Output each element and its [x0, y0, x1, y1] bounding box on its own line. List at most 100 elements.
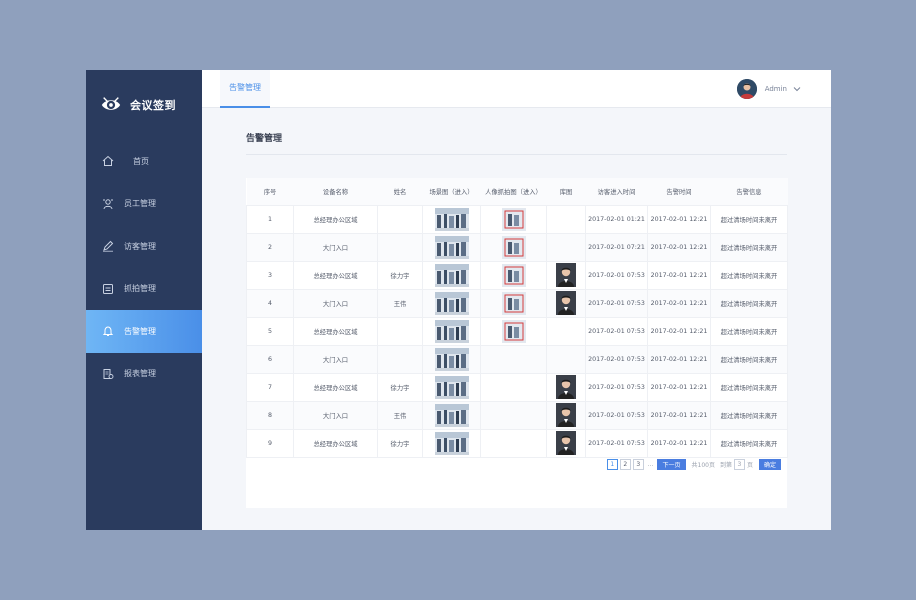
top-bar: 告警管理 Admin — [202, 69, 831, 108]
cell-device: 总经理办公区域 — [293, 204, 378, 234]
sidebar-item-home[interactable]: 首页 — [86, 140, 202, 183]
cell-alarm-info: 超过清场时间未离开 — [710, 204, 788, 234]
column-header: 场景图（进入） — [422, 178, 481, 206]
table-row[interactable]: 9 总经理办公区域 徐力宇 2017-02-01 07:53 2017-02-01 12… — [246, 428, 788, 458]
tab-alarms[interactable]: 告警管理 — [220, 69, 270, 108]
sidebar-item-reports[interactable]: 报表管理 — [86, 353, 202, 396]
scene-image[interactable] — [434, 347, 469, 371]
avatar — [736, 79, 757, 99]
table-header-row: 序号 设备名称 姓名 场景图（进入） 人像抓拍图（进入） 库图 访客进入时间 告… — [246, 178, 788, 206]
sidebar-item-alarms[interactable]: 告警管理 — [86, 310, 202, 353]
cell-alarm-info: 超过清场时间未离开 — [710, 288, 788, 318]
snapshot-image[interactable] — [501, 291, 526, 315]
staff-icon — [102, 198, 114, 210]
cell-device: 大门入口 — [293, 344, 378, 374]
table-row[interactable]: 6 大门入口 2017-02-01 07:53 2017-02-01 12:21 超过清… — [246, 344, 788, 374]
snapshot-image[interactable] — [501, 263, 526, 287]
column-header: 访客进入时间 — [585, 178, 648, 206]
sidebar-item-label: 访客管理 — [124, 241, 156, 251]
table-row[interactable]: 3 总经理办公区域 徐力宇 2017-02-01 07:53 2017-02-01 12… — [246, 260, 788, 290]
cell-library — [546, 400, 586, 430]
user-menu[interactable]: Admin — [736, 79, 801, 99]
table-row[interactable]: 2 大门入口 2017-02-01 07:21 2017-02-01 12:21 超过清… — [246, 232, 788, 262]
cell-name: 王伟 — [377, 288, 423, 318]
report-icon — [102, 368, 114, 380]
goto-suffix: 页 — [746, 462, 753, 469]
cell-device: 总经理办公区域 — [293, 428, 378, 458]
column-header: 姓名 — [377, 178, 423, 206]
brand[interactable]: 会议签到 — [86, 70, 202, 140]
cell-device: 总经理办公区域 — [293, 316, 378, 346]
cell-snap — [480, 288, 547, 318]
app-window: 会议签到 首页 员工管理 访客管理 抓拍管理 告警管理 报表管理 告警管理 Ad… — [86, 69, 831, 530]
cell-scene — [422, 316, 481, 346]
cell-enter-time: 2017-02-01 07:53 — [585, 400, 648, 430]
sidebar-item-label: 员工管理 — [124, 199, 156, 209]
sidebar-nav: 首页 员工管理 访客管理 抓拍管理 告警管理 报表管理 — [86, 140, 202, 395]
page-button[interactable]: 1 — [606, 459, 618, 470]
cell-alarm-info: 超过清场时间未离开 — [710, 400, 788, 430]
cell-alarm-info: 超过清场时间未离开 — [710, 316, 788, 346]
table-row[interactable]: 8 大门入口 王伟 2017-02-01 07:53 2017-02-01 12:21 超… — [246, 400, 788, 430]
cell-scene — [422, 344, 481, 374]
library-photo[interactable] — [556, 375, 576, 399]
page-title: 告警管理 — [246, 134, 283, 144]
next-page-button[interactable]: 下一页 — [657, 459, 686, 470]
cell-name: 王伟 — [377, 400, 423, 430]
cell-library — [546, 316, 586, 346]
cell-device: 总经理办公区域 — [293, 260, 378, 290]
library-photo[interactable] — [556, 431, 576, 455]
cell-library — [546, 372, 586, 402]
library-photo[interactable] — [556, 403, 576, 427]
column-header: 设备名称 — [293, 178, 378, 206]
cell-enter-time: 2017-02-01 07:53 — [585, 428, 648, 458]
scene-image[interactable] — [434, 263, 469, 287]
page-button[interactable]: 2 — [619, 459, 631, 470]
sidebar-item-staff[interactable]: 员工管理 — [86, 183, 202, 226]
scene-image[interactable] — [434, 403, 469, 427]
page-button[interactable]: 3 — [632, 459, 644, 470]
snapshot-image[interactable] — [501, 319, 526, 343]
cell-alarm-time: 2017-02-01 12:21 — [647, 232, 711, 262]
content: 告警管理 序号 设备名称 姓名 场景图（进入） 人像抓拍图（进入） 库图 访客进… — [246, 108, 788, 508]
cell-name — [377, 232, 423, 262]
cell-device: 总经理办公区域 — [293, 372, 378, 402]
sidebar-item-capture[interactable]: 抓拍管理 — [86, 268, 202, 311]
user-name: Admin — [764, 85, 787, 93]
cell-name — [377, 316, 423, 346]
goto-page-input[interactable]: 3 — [733, 459, 745, 470]
cell-library — [546, 428, 586, 458]
library-photo[interactable] — [556, 291, 576, 315]
scene-image[interactable] — [434, 431, 469, 455]
cell-snap — [480, 316, 547, 346]
sidebar-item-visitors[interactable]: 访客管理 — [86, 225, 202, 268]
library-photo[interactable] — [556, 263, 576, 287]
scene-image[interactable] — [434, 235, 469, 259]
cell-alarm-info: 超过清场时间未离开 — [710, 428, 788, 458]
cell-enter-time: 2017-02-01 07:53 — [585, 316, 648, 346]
capture-icon — [102, 283, 114, 295]
cell-alarm-time: 2017-02-01 12:21 — [647, 344, 711, 374]
confirm-button[interactable]: 确定 — [758, 459, 781, 470]
table-body: 1 总经理办公区域 2017-02-01 01:21 2017-02-01 12:21… — [246, 204, 788, 458]
cell-alarm-time: 2017-02-01 12:21 — [647, 204, 711, 234]
scene-image[interactable] — [434, 375, 469, 399]
cell-enter-time: 2017-02-01 01:21 — [585, 204, 648, 234]
sidebar-item-label: 报表管理 — [124, 369, 156, 379]
table-row[interactable]: 4 大门入口 王伟 2017-02-01 07:53 2017-02-01 12:21 超… — [246, 288, 788, 318]
snapshot-image[interactable] — [501, 235, 526, 259]
table-row[interactable]: 7 总经理办公区域 徐力宇 2017-02-01 07:53 2017-02-01 12… — [246, 372, 788, 402]
scene-image[interactable] — [434, 319, 469, 343]
table-row[interactable]: 5 总经理办公区域 2017-02-01 07:53 2017-02-01 12:21… — [246, 316, 788, 346]
cell-alarm-time: 2017-02-01 12:21 — [647, 316, 711, 346]
cell-enter-time: 2017-02-01 07:53 — [585, 260, 648, 290]
cell-no: 5 — [246, 316, 294, 346]
table-row[interactable]: 1 总经理办公区域 2017-02-01 01:21 2017-02-01 12:21… — [246, 204, 788, 234]
scene-image[interactable] — [434, 291, 469, 315]
cell-alarm-info: 超过清场时间未离开 — [710, 260, 788, 290]
cell-alarm-time: 2017-02-01 12:21 — [647, 428, 711, 458]
scene-image[interactable] — [434, 207, 469, 231]
bell-icon — [102, 325, 114, 337]
snapshot-image[interactable] — [501, 207, 526, 231]
cell-scene — [422, 232, 481, 262]
